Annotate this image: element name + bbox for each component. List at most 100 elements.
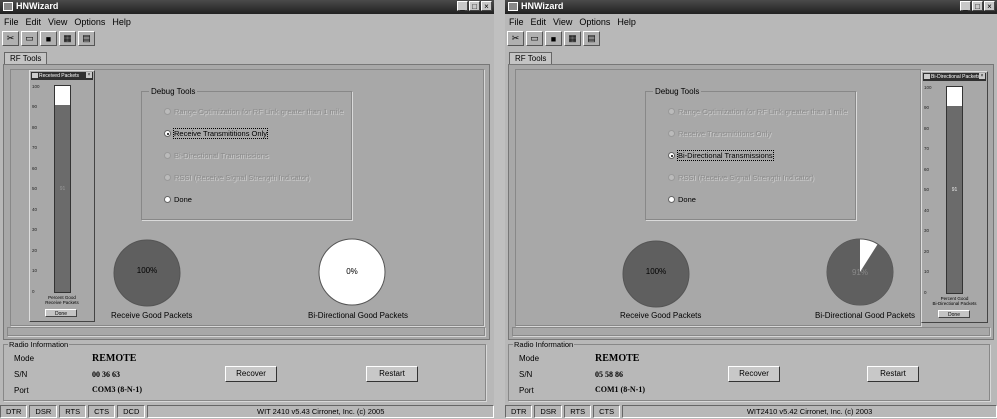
recover-button[interactable]: Recover bbox=[728, 366, 780, 382]
app-icon bbox=[3, 2, 13, 11]
status-dcd: DCD bbox=[117, 405, 146, 418]
option-receive-only[interactable]: Receive Transmititions Only bbox=[164, 128, 268, 139]
option-label: Range Optimization for RF Link greater t… bbox=[678, 107, 848, 116]
mode-label: Mode bbox=[519, 354, 540, 363]
packets-caption: Percent Good Receive Packets bbox=[30, 295, 94, 305]
option-label: Bi-Directional Transmissions bbox=[174, 151, 269, 160]
close-button[interactable]: × bbox=[984, 1, 995, 11]
status-cts: CTS bbox=[593, 405, 621, 418]
tick-label: 80 bbox=[924, 126, 930, 131]
sn-value: 00 36 63 bbox=[92, 370, 120, 379]
tab-strip: RF Tools bbox=[509, 52, 553, 64]
receive-good-packets-label: Receive Good Packets bbox=[620, 311, 702, 320]
tab-rf-tools[interactable]: RF Tools bbox=[509, 52, 553, 64]
close-button[interactable]: × bbox=[481, 1, 492, 11]
radio-information-group: Radio Information Mode REMOTE S/N 05 58 … bbox=[508, 340, 990, 401]
debug-tools-group: Debug Tools Range Optimization for RF Li… bbox=[141, 87, 352, 220]
cut-icon[interactable]: ✂ bbox=[507, 31, 524, 46]
option-label: Receive Transmititions Only bbox=[678, 129, 771, 138]
mode-value: REMOTE bbox=[595, 353, 640, 364]
minimize-button[interactable]: _ bbox=[960, 1, 971, 11]
open-folder-icon[interactable]: ▭ bbox=[21, 31, 38, 46]
receive-good-packets-label: Receive Good Packets bbox=[111, 311, 193, 320]
option-label: Done bbox=[174, 195, 192, 204]
title-bar[interactable]: HNWizard _ □ × bbox=[505, 0, 997, 14]
packets-done-button[interactable]: Done bbox=[45, 309, 77, 317]
percent-good-value: 91 bbox=[951, 187, 958, 193]
option-rssi[interactable]: RSSI (Receive Signal Strength Indicator) bbox=[164, 173, 310, 182]
paste-icon[interactable]: ▤ bbox=[583, 31, 600, 46]
option-receive-only[interactable]: Receive Transmititions Only bbox=[668, 129, 771, 138]
menu-options[interactable]: Options bbox=[579, 15, 610, 29]
packets-done-button[interactable]: Done bbox=[938, 310, 970, 318]
option-range-optimization[interactable]: Range Optimization for RF Link greater t… bbox=[668, 107, 847, 116]
panel-separator bbox=[7, 327, 485, 336]
restart-button[interactable]: Restart bbox=[867, 366, 919, 382]
recover-button[interactable]: Recover bbox=[225, 366, 277, 382]
menu-options[interactable]: Options bbox=[74, 15, 105, 29]
menu-bar: File Edit View Options Help bbox=[0, 15, 494, 29]
open-folder-icon[interactable]: ▭ bbox=[526, 31, 543, 46]
option-done[interactable]: Done bbox=[164, 195, 192, 204]
restart-button[interactable]: Restart bbox=[366, 366, 418, 382]
status-dsr: DSR bbox=[534, 405, 563, 418]
receive-good-pie-value: 100% bbox=[645, 267, 667, 276]
option-rssi[interactable]: RSSI (Receive Signal Strength Indicator) bbox=[668, 173, 814, 182]
cut-icon[interactable]: ✂ bbox=[2, 31, 19, 46]
rf-tools-panel: Received Packets × 100 90 80 70 60 50 40… bbox=[3, 64, 490, 340]
menu-edit[interactable]: Edit bbox=[531, 15, 547, 29]
window-title: HNWizard bbox=[16, 1, 59, 11]
minimize-button[interactable]: _ bbox=[457, 1, 468, 11]
packets-window-title: Received Packets bbox=[39, 73, 80, 79]
packets-window: Bi-Directional Packets × 100 90 80 70 60… bbox=[921, 71, 988, 323]
option-label: RSSI (Receive Signal Strength Indicator) bbox=[174, 173, 310, 182]
status-bar: DTR DSR RTS CTS WIT2410 v5.42 Cirronet, … bbox=[505, 405, 997, 419]
save-disk-icon[interactable]: ■ bbox=[545, 31, 562, 46]
sn-label: S/N bbox=[14, 370, 28, 379]
maximize-button[interactable]: □ bbox=[469, 1, 480, 11]
tick-label: 50 bbox=[32, 186, 38, 191]
bi-directional-good-pie-value: 91% bbox=[851, 268, 868, 277]
debug-tools-group: Debug Tools Range Optimization for RF Li… bbox=[645, 87, 856, 220]
tick-label: 60 bbox=[924, 167, 930, 172]
menu-view[interactable]: View bbox=[48, 15, 67, 29]
option-done[interactable]: Done bbox=[668, 195, 696, 204]
menu-help[interactable]: Help bbox=[112, 15, 131, 29]
menu-view[interactable]: View bbox=[553, 15, 572, 29]
tick-label: 20 bbox=[32, 248, 38, 253]
option-bi-directional[interactable]: Bi-Directional Transmissions bbox=[668, 150, 774, 161]
packets-axis: 100 90 80 70 60 50 40 30 20 10 0 bbox=[924, 85, 939, 295]
packets-window: Received Packets × 100 90 80 70 60 50 40… bbox=[29, 70, 95, 322]
menu-edit[interactable]: Edit bbox=[26, 15, 42, 29]
option-bi-directional[interactable]: Bi-Directional Transmissions bbox=[164, 151, 269, 160]
tick-label: 40 bbox=[32, 207, 38, 212]
menu-file[interactable]: File bbox=[4, 15, 19, 29]
option-range-optimization[interactable]: Range Optimization for RF Link greater t… bbox=[164, 107, 343, 116]
menu-file[interactable]: File bbox=[509, 15, 524, 29]
save-disk-icon[interactable]: ■ bbox=[40, 31, 57, 46]
status-rts: RTS bbox=[59, 405, 87, 418]
maximize-button[interactable]: □ bbox=[972, 1, 983, 11]
radio-information-group: Radio Information Mode REMOTE S/N 00 36 … bbox=[3, 340, 486, 401]
percent-good-fill bbox=[947, 105, 962, 293]
title-bar[interactable]: HNWizard _ □ × bbox=[0, 0, 494, 14]
radio-button-selected bbox=[668, 152, 675, 159]
radio-button bbox=[668, 196, 675, 203]
grid-icon[interactable]: ▦ bbox=[564, 31, 581, 46]
packets-window-icon bbox=[924, 74, 930, 79]
sn-label: S/N bbox=[519, 370, 533, 379]
tick-label: 100 bbox=[924, 85, 932, 90]
paste-icon[interactable]: ▤ bbox=[78, 31, 95, 46]
rf-tools-panel: Debug Tools Range Optimization for RF Li… bbox=[508, 64, 994, 340]
packets-close-button[interactable]: × bbox=[86, 72, 92, 78]
packets-close-button[interactable]: × bbox=[979, 73, 985, 79]
radio-button-selected bbox=[164, 130, 171, 137]
tick-label: 10 bbox=[924, 269, 930, 274]
menu-help[interactable]: Help bbox=[617, 15, 636, 29]
radio-information-legend: Radio Information bbox=[8, 340, 70, 349]
tab-rf-tools[interactable]: RF Tools bbox=[4, 52, 48, 64]
receive-good-pie-value: 100% bbox=[136, 266, 158, 275]
grid-icon[interactable]: ▦ bbox=[59, 31, 76, 46]
status-rts: RTS bbox=[564, 405, 592, 418]
packets-window-title-bar: Received Packets × bbox=[31, 72, 93, 80]
